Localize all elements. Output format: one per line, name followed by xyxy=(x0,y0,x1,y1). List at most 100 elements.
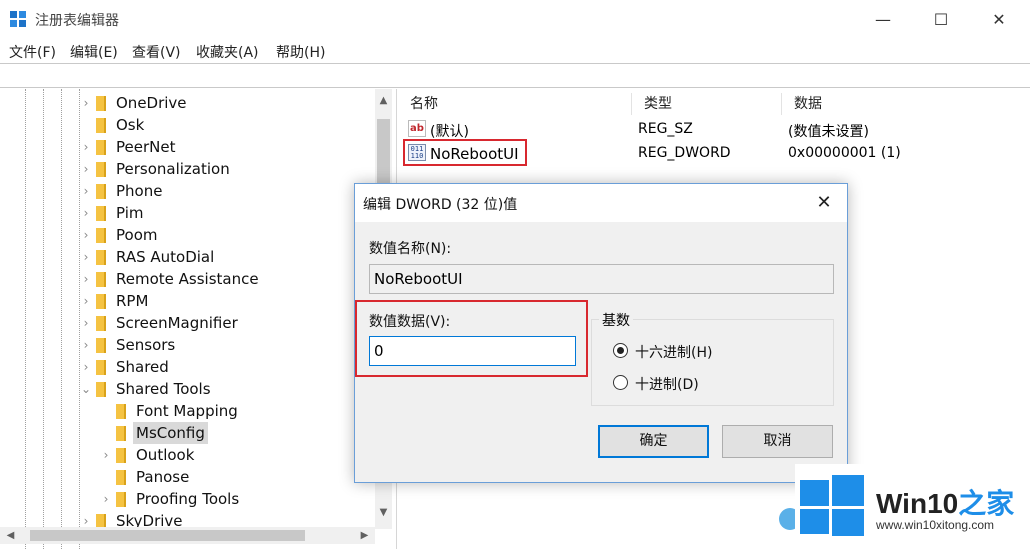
chevron-right-icon[interactable]: › xyxy=(80,356,92,378)
maximize-button[interactable]: ☐ xyxy=(912,0,970,38)
tree-item-label: Phone xyxy=(116,182,163,200)
tree-item-label: Osk xyxy=(116,116,145,134)
column-header-data[interactable]: 数据 xyxy=(782,93,1028,115)
value-type: REG_SZ xyxy=(638,121,693,137)
value-type: REG_DWORD xyxy=(638,145,731,161)
scroll-thumb[interactable] xyxy=(30,530,305,541)
tree-item-label: Personalization xyxy=(116,160,230,178)
tree-item[interactable]: › Phone xyxy=(80,180,370,202)
tree-item[interactable]: › Remote Assistance xyxy=(80,268,370,290)
tree-item-label: ScreenMagnifier xyxy=(116,314,238,332)
value-data-input[interactable]: 0 xyxy=(369,336,576,366)
hex-radio-label[interactable]: 十六进制(H) xyxy=(635,342,712,362)
scroll-up-icon[interactable]: ▲ xyxy=(375,92,392,109)
folder-icon xyxy=(96,250,106,265)
chevron-right-icon[interactable]: › xyxy=(100,488,112,510)
chevron-right-icon[interactable]: › xyxy=(80,290,92,312)
folder-icon xyxy=(116,426,126,441)
tree-item-label: Font Mapping xyxy=(136,402,238,420)
tree-item-label: Sensors xyxy=(116,336,176,354)
decimal-radio-label[interactable]: 十进制(D) xyxy=(635,374,699,394)
chevron-right-icon[interactable]: › xyxy=(80,268,92,290)
scroll-left-icon[interactable]: ◀ xyxy=(2,527,19,544)
tree-item[interactable]: Panose xyxy=(100,466,390,488)
value-name-label: 数值名称(N): xyxy=(369,241,452,257)
chevron-right-icon[interactable]: › xyxy=(80,246,92,268)
tree-item[interactable]: › Poom xyxy=(80,224,370,246)
chevron-right-icon[interactable]: › xyxy=(80,92,92,114)
title-bar: 注册表编辑器 — ☐ ✕ xyxy=(0,0,1030,38)
folder-icon xyxy=(116,492,126,507)
tree-item[interactable]: › Pim xyxy=(80,202,370,224)
tree-horizontal-scrollbar[interactable]: ◀ ▶ xyxy=(0,527,375,544)
tree-item-label: Shared xyxy=(116,358,169,376)
tree-item-label: RPM xyxy=(116,292,149,310)
folder-icon xyxy=(96,272,106,287)
chevron-down-icon[interactable]: ⌄ xyxy=(80,378,92,400)
tree-item[interactable]: › PeerNet xyxy=(80,136,370,158)
folder-icon xyxy=(96,316,106,331)
address-bar[interactable] xyxy=(0,63,1030,88)
menu-help[interactable]: 帮助(H) xyxy=(276,42,325,62)
tree-item[interactable]: › OneDrive xyxy=(80,92,370,114)
chevron-right-icon[interactable]: › xyxy=(80,334,92,356)
chevron-right-icon[interactable]: › xyxy=(80,312,92,334)
column-header-type[interactable]: 类型 xyxy=(632,93,782,115)
dialog-close-icon[interactable]: ✕ xyxy=(811,190,837,216)
value-data: 0x00000001 (1) xyxy=(788,145,901,161)
tree-item[interactable]: › RPM xyxy=(80,290,370,312)
tree-item[interactable]: ⌄ Shared Tools xyxy=(80,378,370,400)
tree-guide-line xyxy=(43,89,44,549)
tree-item-label: Proofing Tools xyxy=(136,490,240,508)
ok-button[interactable]: 确定 xyxy=(598,425,709,458)
cancel-button[interactable]: 取消 xyxy=(722,425,833,458)
watermark-logo: Win10之家 www.win10xitong.com xyxy=(795,464,1030,549)
tree-item[interactable]: Osk xyxy=(80,114,370,136)
tree-item[interactable]: › Outlook xyxy=(100,444,390,466)
tree-item[interactable]: Font Mapping xyxy=(100,400,390,422)
chevron-right-icon[interactable]: › xyxy=(80,224,92,246)
folder-icon xyxy=(96,206,106,221)
scroll-right-icon[interactable]: ▶ xyxy=(356,527,373,544)
tree-item[interactable]: › RAS AutoDial xyxy=(80,246,370,268)
base-groupbox xyxy=(591,319,834,406)
tree-item[interactable]: › ScreenMagnifier xyxy=(80,312,370,334)
folder-icon xyxy=(96,228,106,243)
decimal-radio[interactable] xyxy=(613,375,628,390)
tree-guide-line xyxy=(61,89,62,549)
scroll-down-icon[interactable]: ▼ xyxy=(375,504,392,521)
menu-file[interactable]: 文件(F) xyxy=(9,42,56,62)
value-data-label: 数值数据(V): xyxy=(369,314,451,330)
tree-item[interactable]: › Sensors xyxy=(80,334,370,356)
chevron-right-icon[interactable]: › xyxy=(80,158,92,180)
tree-item-label: Shared Tools xyxy=(116,380,211,398)
value-name: (默认) xyxy=(430,124,469,140)
column-header-name[interactable]: 名称 xyxy=(398,93,632,115)
hex-radio[interactable] xyxy=(613,343,628,358)
tree-item[interactable]: › Shared xyxy=(80,356,370,378)
menu-edit[interactable]: 编辑(E) xyxy=(70,42,118,62)
menu-favorites[interactable]: 收藏夹(A) xyxy=(196,42,259,62)
edit-dword-dialog: 编辑 DWORD (32 位)值 ✕ 数值名称(N): NoRebootUI 数… xyxy=(354,183,848,483)
tree-guide-line xyxy=(25,89,26,549)
windows-logo-icon xyxy=(800,474,864,536)
tree-item-label: Remote Assistance xyxy=(116,270,259,288)
tree-item-label: Outlook xyxy=(136,446,195,464)
minimize-button[interactable]: — xyxy=(854,0,912,38)
tree-item[interactable]: › Personalization xyxy=(80,158,370,180)
chevron-right-icon[interactable]: › xyxy=(80,202,92,224)
tree-item[interactable]: MsConfig xyxy=(100,422,390,444)
tree-item-label: OneDrive xyxy=(116,94,187,112)
value-row-default[interactable]: ab (默认) REG_SZ (数值未设置) xyxy=(398,117,1030,141)
close-button[interactable]: ✕ xyxy=(970,0,1028,38)
chevron-right-icon[interactable]: › xyxy=(80,136,92,158)
folder-icon xyxy=(96,338,106,353)
chevron-right-icon[interactable]: › xyxy=(80,180,92,202)
folder-icon xyxy=(116,404,126,419)
value-data: (数值未设置) xyxy=(788,124,869,140)
menu-view[interactable]: 查看(V) xyxy=(132,42,181,62)
folder-icon xyxy=(96,162,106,177)
chevron-right-icon[interactable]: › xyxy=(100,444,112,466)
tree-item-label: Pim xyxy=(116,204,144,222)
tree-item[interactable]: › Proofing Tools xyxy=(100,488,390,510)
